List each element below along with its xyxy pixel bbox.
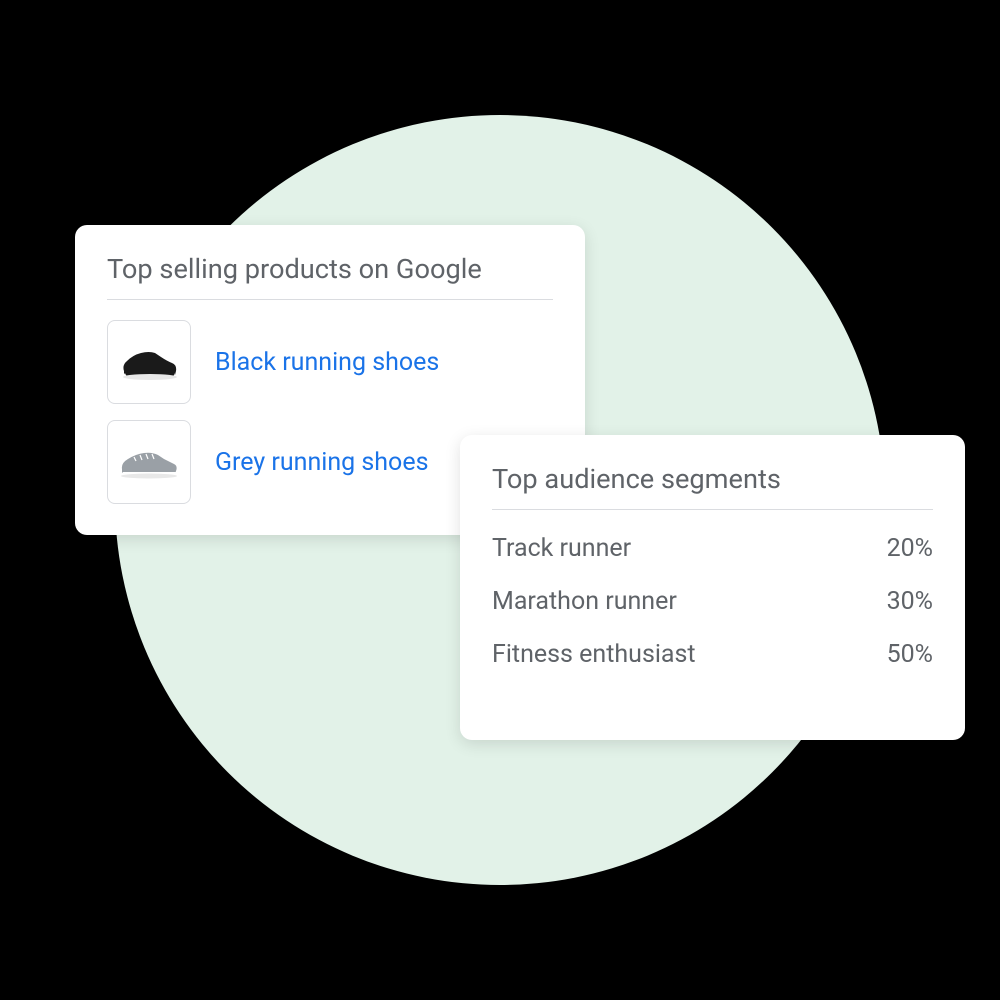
- audience-row: Track runner 20%: [492, 530, 933, 567]
- audience-segment-label: Track runner: [492, 534, 631, 563]
- audience-row: Fitness enthusiast 50%: [492, 636, 933, 673]
- product-thumbnail[interactable]: [107, 420, 191, 504]
- audience-row: Marathon runner 30%: [492, 583, 933, 620]
- grey-shoe-icon: [118, 445, 180, 479]
- audience-card: Top audience segments Track runner 20% M…: [460, 435, 965, 740]
- audience-segment-label: Marathon runner: [492, 587, 677, 616]
- audience-card-title: Top audience segments: [492, 463, 933, 510]
- audience-segment-value: 20%: [887, 534, 933, 563]
- product-thumbnail[interactable]: [107, 320, 191, 404]
- audience-segment-value: 30%: [887, 587, 933, 616]
- product-link[interactable]: Grey running shoes: [215, 448, 428, 477]
- product-row: Black running shoes: [107, 320, 553, 404]
- audience-segment-label: Fitness enthusiast: [492, 640, 696, 669]
- product-link[interactable]: Black running shoes: [215, 348, 439, 377]
- products-card-title: Top selling products on Google: [107, 253, 553, 300]
- audience-segment-value: 50%: [887, 640, 933, 669]
- black-shoe-icon: [119, 343, 179, 381]
